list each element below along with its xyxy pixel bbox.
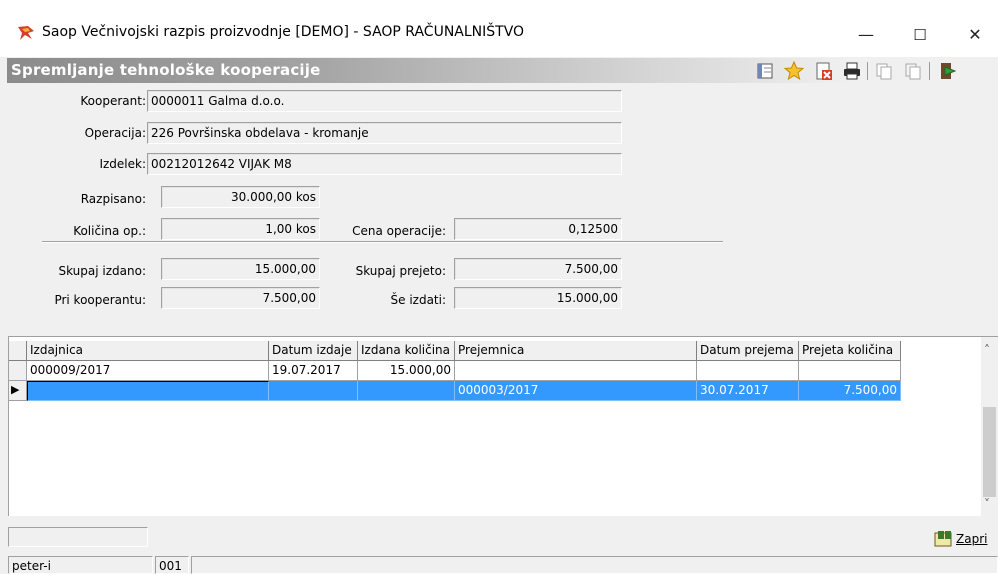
column-header-datum-izdaje[interactable]: Datum izdaje (269, 341, 358, 361)
column-header-datum-prejema[interactable]: Datum prejema (697, 341, 799, 361)
table-cell-datum-prejema[interactable]: 30.07.2017 (697, 381, 799, 401)
kooperant-field[interactable]: 0000011 Galma d.o.o. (147, 90, 622, 112)
status-panel (191, 556, 998, 574)
delete-document-icon[interactable] (814, 61, 834, 81)
izdelek-field[interactable]: 00212012642 VIJAK M8 (147, 153, 622, 175)
table-cell-prejemnica[interactable]: 000003/2017 (455, 381, 697, 401)
divider (42, 241, 723, 243)
scroll-up-icon[interactable]: ˄ (984, 343, 990, 357)
kolicina-label: Količina op.: (73, 224, 146, 238)
status-code: 001 (155, 556, 189, 574)
cena-operacije-label: Cena operacije: (352, 224, 446, 238)
toolbar-separator (867, 62, 868, 80)
form-title: Spremljanje tehnološke kooperacije (11, 61, 321, 79)
column-header-prejemnica[interactable]: Prejemnica (455, 341, 697, 361)
form-header: Spremljanje tehnološke kooperacije (7, 58, 998, 83)
table-cell-prejemnica[interactable] (455, 361, 697, 381)
toolbar-separator (929, 62, 930, 80)
table-cell-prejeta-kolicina[interactable]: 7.500,00 (799, 381, 901, 401)
table-cell-izdana-kolicina[interactable]: 15.000,00 (358, 361, 455, 381)
kolicina-field[interactable]: 1,00 kos (161, 218, 320, 240)
close-book-icon (934, 531, 952, 547)
scroll-down-icon[interactable]: ˅ (984, 497, 990, 511)
table-cell-datum-izdaje[interactable] (269, 381, 358, 401)
table-cell-datum-izdaje[interactable]: 19.07.2017 (269, 361, 358, 381)
skupaj-izdano-label: Skupaj izdano: (58, 264, 146, 278)
grid-corner (9, 341, 27, 361)
minimize-button[interactable]: — (843, 20, 889, 50)
operacija-field[interactable]: 226 Površinska obdelava - kromanje (147, 122, 622, 144)
row-indicator[interactable] (9, 361, 27, 381)
razpisano-field[interactable]: 30.000,00 kos (161, 186, 320, 208)
razpisano-label: Razpisano: (80, 192, 146, 206)
maximize-button[interactable]: ☐ (897, 20, 943, 50)
data-grid[interactable]: Izdajnica Datum izdaje Izdana količina P… (8, 336, 998, 517)
izdelek-label: Izdelek: (99, 157, 146, 171)
vertical-scrollbar[interactable]: ˄ ˅ (981, 337, 998, 517)
operacija-label: Operacija: (84, 126, 146, 140)
skupaj-prejeto-label: Skupaj prejeto: (355, 264, 446, 278)
pri-kooperantu-field[interactable]: 7.500,00 (161, 287, 320, 309)
se-izdati-label: Še izdati: (390, 293, 447, 307)
app-logo-icon (18, 26, 34, 40)
exit-icon[interactable] (937, 61, 957, 81)
layout-icon[interactable] (756, 61, 776, 81)
message-field (8, 527, 148, 547)
window-title: Saop Večnivojski razpis proizvodnje [DEM… (42, 24, 525, 40)
copy-icon[interactable] (874, 61, 894, 81)
table-cell-datum-prejema[interactable] (697, 361, 799, 381)
scrollbar-thumb[interactable] (983, 407, 996, 497)
column-header-prejeta-kolicina[interactable]: Prejeta količina (799, 341, 901, 361)
paste-icon[interactable] (903, 61, 923, 81)
print-icon[interactable] (842, 61, 862, 81)
se-izdati-field[interactable]: 15.000,00 (454, 287, 622, 309)
title-bar: Saop Večnivojski razpis proizvodnje [DEM… (0, 0, 998, 57)
close-window-button[interactable]: ✕ (952, 20, 998, 50)
status-user: peter-i (8, 556, 153, 574)
table-cell-izdajnica[interactable]: 000009/2017 (27, 361, 269, 381)
kooperant-label: Kooperant: (80, 94, 146, 108)
table-cell-prejeta-kolicina[interactable] (799, 361, 901, 381)
close-form-label: Zapri (956, 532, 988, 546)
current-row-indicator-icon[interactable]: ▶ (9, 381, 27, 401)
skupaj-izdano-field[interactable]: 15.000,00 (161, 258, 320, 280)
favorite-star-icon[interactable] (784, 61, 804, 81)
table-cell-izdana-kolicina[interactable] (358, 381, 455, 401)
skupaj-prejeto-field[interactable]: 7.500,00 (454, 258, 622, 280)
column-header-izdana-kolicina[interactable]: Izdana količina (358, 341, 455, 361)
table-cell-izdajnica[interactable] (27, 381, 269, 401)
column-header-izdajnica[interactable]: Izdajnica (27, 341, 269, 361)
pri-kooperantu-label: Pri kooperantu: (54, 293, 146, 307)
cena-operacije-field[interactable]: 0,12500 (454, 218, 622, 240)
